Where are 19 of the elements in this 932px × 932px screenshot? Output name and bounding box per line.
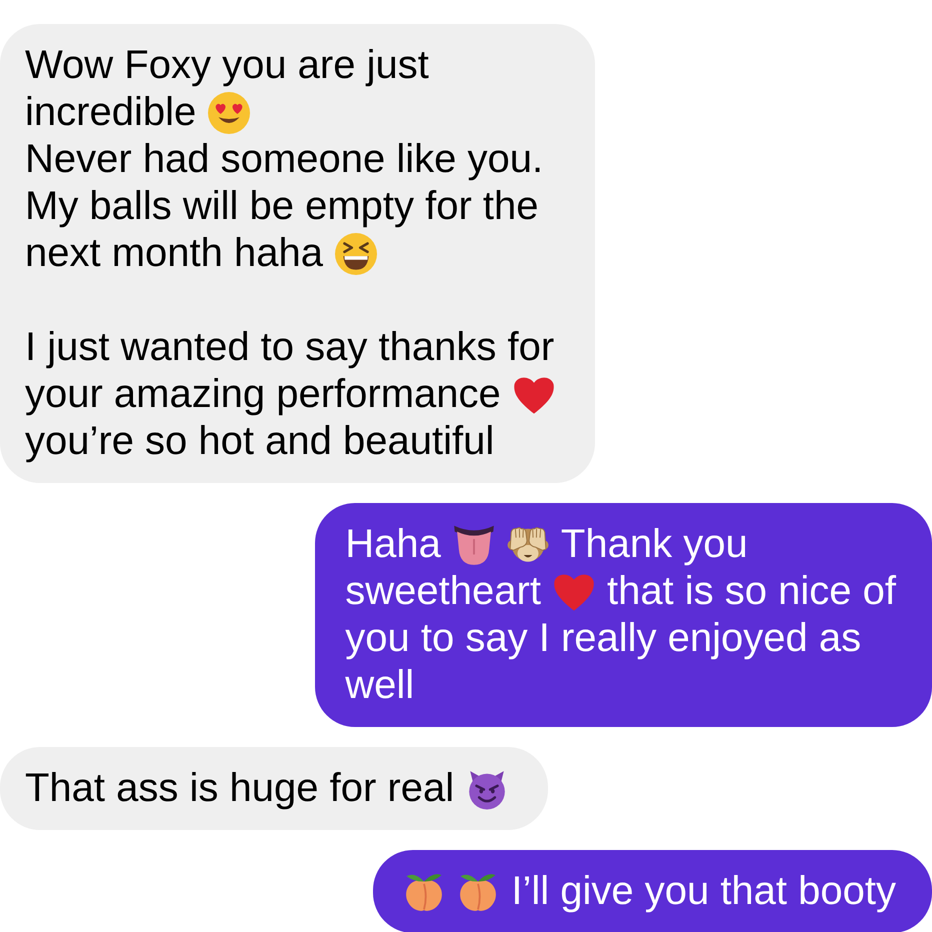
message-text: I just wanted to say thanks for [25, 324, 554, 371]
message-text: you to say I really enjoyed as [345, 615, 862, 662]
laughing-face-icon [335, 232, 377, 274]
message-text: That ass is huge for real [25, 765, 454, 812]
message-text: My balls will be empty for the [25, 183, 539, 230]
message-text: Wow Foxy you are just [25, 42, 429, 89]
message-text: I’ll give you that booty [511, 868, 896, 915]
message-text: Never had someone like you. [25, 136, 544, 183]
message-text: Haha [345, 521, 441, 568]
tongue-icon [452, 524, 495, 566]
heart-eyes-face-icon [208, 92, 250, 134]
message-text: next month haha [25, 230, 323, 277]
message-text: well [345, 662, 414, 709]
message-text: that is so nice of [606, 568, 896, 615]
message-text: sweetheart [345, 568, 541, 615]
message-text: your amazing performance [25, 371, 501, 418]
message-text: Thank you [560, 521, 748, 568]
message-text: incredible [25, 89, 196, 136]
message-text: you’re so hot and beautiful [25, 418, 494, 465]
